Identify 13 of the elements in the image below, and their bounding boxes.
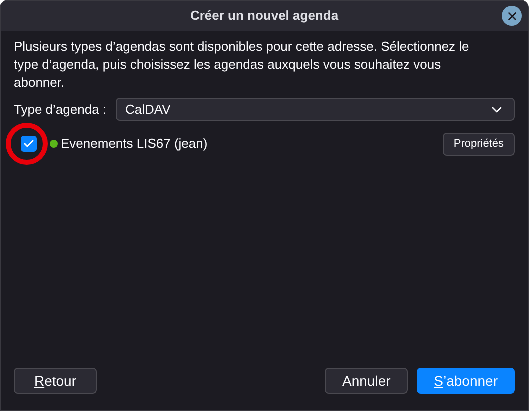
close-icon — [506, 10, 518, 22]
intro-text: Plusieurs types d’agendas sont disponibles pour cette adresse. Sélectionnez le type d’agenda, puis choisissez les agendas auxquels vous souhaitez vous abonner. — [14, 38, 470, 92]
calendar-type-dropdown[interactable]: CalDAV — [116, 98, 515, 121]
window-title: Créer un nouvel agenda — [190, 7, 339, 26]
calendar-name: Evenements LIS67 (jean) — [61, 135, 208, 154]
check-icon — [23, 138, 35, 150]
cancel-button[interactable]: Annuler — [325, 368, 408, 394]
checkbox[interactable] — [21, 136, 37, 152]
back-button[interactable]: Retour — [14, 368, 97, 394]
close-button[interactable] — [502, 6, 522, 26]
subscribe-button[interactable]: S’abonner — [417, 368, 515, 394]
calendar-type-label: Type d’agenda : — [14, 100, 107, 119]
properties-button[interactable]: Propriétés — [442, 132, 515, 156]
